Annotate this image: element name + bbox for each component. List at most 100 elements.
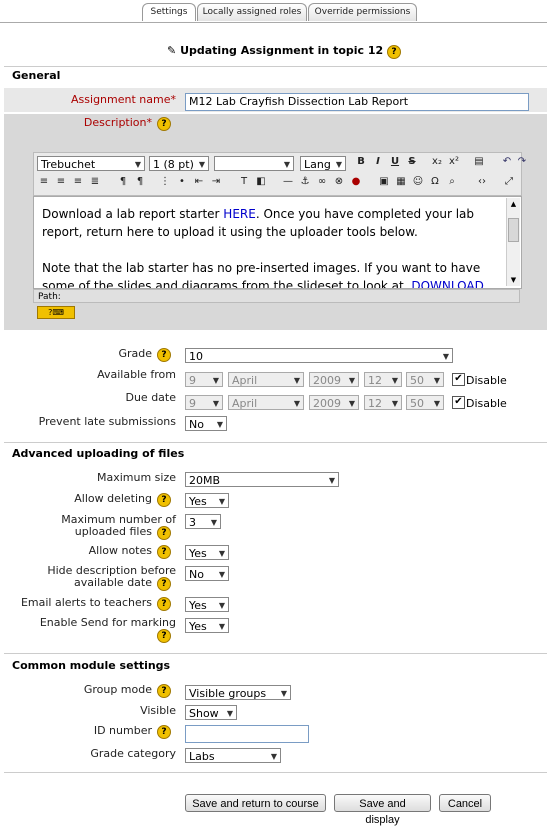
unordered-list-icon[interactable]: • [175, 175, 189, 189]
underline-icon[interactable]: U [388, 155, 402, 169]
scroll-down-icon[interactable]: ▼ [507, 274, 520, 286]
allow-deleting-select[interactable]: Yes ▼ [185, 493, 229, 508]
required-marker: * [146, 116, 153, 129]
enable-send-select[interactable]: Yes ▼ [185, 618, 229, 633]
group-mode-help-icon[interactable]: ? [157, 684, 171, 698]
font-select[interactable]: Trebuchet ▼ [37, 156, 145, 171]
lang-select[interactable]: Lang ▼ [300, 156, 346, 171]
due-minute-select[interactable]: 50 ▼ [406, 395, 444, 410]
grade-label: Grade [118, 347, 152, 360]
grade-category-select[interactable]: Labs ▼ [185, 748, 281, 763]
due-disable-checkbox[interactable]: ✔ [452, 396, 465, 409]
anchor-icon[interactable]: ⚓ [298, 175, 312, 189]
indent-icon[interactable]: ⇥ [209, 175, 223, 189]
max-files-select[interactable]: 3 ▼ [185, 514, 221, 529]
subscript-icon[interactable]: x₂ [430, 155, 444, 169]
ltr-icon[interactable]: ¶ [116, 175, 130, 189]
bold-icon[interactable]: B [354, 155, 368, 169]
available-minute-select[interactable]: 50 ▼ [406, 372, 444, 387]
email-alerts-select[interactable]: Yes ▼ [185, 597, 229, 612]
justify-icon[interactable]: ≣ [88, 175, 102, 189]
text-color-icon[interactable]: T [237, 175, 251, 189]
table-icon[interactable]: ▦ [394, 175, 408, 189]
strikethrough-icon[interactable]: S [405, 155, 419, 169]
align-center-icon[interactable]: ≡ [54, 175, 68, 189]
due-hour-select[interactable]: 12 ▼ [364, 395, 402, 410]
prevent-late-label: Prevent late submissions [38, 415, 176, 428]
max-files-help-icon[interactable]: ? [157, 526, 171, 540]
editor-scrollbar[interactable]: ▲ ▼ [506, 198, 520, 286]
scroll-up-icon[interactable]: ▲ [507, 198, 520, 210]
tab-locally-assigned-roles[interactable]: Locally assigned roles [197, 3, 307, 21]
id-number-input[interactable] [185, 725, 309, 743]
clean-icon[interactable]: ▤ [472, 155, 486, 169]
bg-color-icon[interactable]: ◧ [254, 175, 268, 189]
italic-icon[interactable]: I [371, 155, 385, 169]
save-display-button[interactable]: Save and display [334, 794, 431, 826]
due-day-select[interactable]: 9 ▼ [185, 395, 223, 410]
rtl-icon[interactable]: ¶ [133, 175, 147, 189]
max-size-select[interactable]: 20MB ▼ [185, 472, 339, 487]
smiley-icon[interactable]: ☺ [411, 175, 425, 189]
visible-label: Visible [140, 704, 176, 717]
search-replace-icon[interactable]: ⌕ [445, 175, 459, 189]
superscript-icon[interactable]: x² [447, 155, 461, 169]
grade-help-icon[interactable]: ? [157, 348, 171, 362]
prevent-late-select[interactable]: No ▼ [185, 416, 227, 431]
page-title: ✎ Updating Assignment in topic 12 ? [167, 44, 402, 59]
here-link[interactable]: HERE [223, 207, 256, 221]
format-select[interactable]: ▼ [214, 156, 294, 171]
hide-desc-select[interactable]: No ▼ [185, 566, 229, 581]
grade-select[interactable]: 10 ▼ [185, 348, 453, 363]
tab-settings[interactable]: Settings [142, 3, 196, 21]
redo-icon[interactable]: ↷ [515, 155, 529, 169]
required-marker: * [170, 93, 177, 106]
html-source-icon[interactable]: ‹› [475, 175, 489, 189]
id-number-help-icon[interactable]: ? [157, 725, 171, 739]
allow-deleting-help-icon[interactable]: ? [157, 493, 171, 507]
link-icon[interactable]: ∞ [315, 175, 329, 189]
due-year-select[interactable]: 2009 ▼ [309, 395, 359, 410]
hide-desc-help-icon[interactable]: ? [157, 577, 171, 591]
available-day-select[interactable]: 9 ▼ [185, 372, 223, 387]
special-char-icon[interactable]: Ω [428, 175, 442, 189]
available-hour-select[interactable]: 12 ▼ [364, 372, 402, 387]
email-alerts-help-icon[interactable]: ? [157, 597, 171, 611]
available-from-label: Available from [97, 368, 176, 381]
available-year-select[interactable]: 2009 ▼ [309, 372, 359, 387]
description-help-icon[interactable]: ? [157, 117, 171, 131]
editor-help-icon[interactable]: ?⌨ [37, 306, 75, 319]
description-editor[interactable]: Download a lab report starter HERE. Once… [33, 196, 522, 289]
image-icon[interactable]: ▣ [377, 175, 391, 189]
assignment-name-input[interactable]: M12 Lab Crayfish Dissection Lab Report [185, 93, 529, 111]
allow-notes-select[interactable]: Yes ▼ [185, 545, 229, 560]
ordered-list-icon[interactable]: ⋮ [158, 175, 172, 189]
available-month-select[interactable]: April ▼ [228, 372, 304, 387]
section-title-common: Common module settings [12, 659, 171, 672]
allow-notes-help-icon[interactable]: ? [157, 545, 171, 559]
align-right-icon[interactable]: ≡ [71, 175, 85, 189]
group-mode-select[interactable]: Visible groups ▼ [185, 685, 291, 700]
unlink-icon[interactable]: ⊗ [332, 175, 346, 189]
save-return-button[interactable]: Save and return to course [185, 794, 326, 812]
max-size-label: Maximum size [96, 471, 176, 484]
outdent-icon[interactable]: ⇤ [192, 175, 206, 189]
due-month-select[interactable]: April ▼ [228, 395, 304, 410]
horizontal-rule-icon[interactable]: — [281, 175, 295, 189]
available-disable-checkbox[interactable]: ✔ [452, 373, 465, 386]
email-alerts-label: Email alerts to teachers [20, 596, 152, 609]
tab-override-permissions[interactable]: Override permissions [308, 3, 417, 21]
scroll-thumb[interactable] [508, 218, 519, 242]
assignment-name-label: Assignment name* [71, 93, 177, 106]
size-select[interactable]: 1 (8 pt) ▼ [149, 156, 209, 171]
fullscreen-icon[interactable]: ⤢ [502, 175, 516, 189]
enable-send-help-icon[interactable]: ? [157, 629, 171, 643]
align-left-icon[interactable]: ≡ [37, 175, 51, 189]
cancel-button[interactable]: Cancel [439, 794, 491, 812]
help-icon[interactable]: ? [387, 45, 402, 59]
visible-select[interactable]: Show ▼ [185, 705, 237, 720]
undo-icon[interactable]: ↶ [500, 155, 514, 169]
due-disable-label: Disable [466, 397, 507, 410]
nolink-icon[interactable]: ● [349, 175, 363, 189]
download-link[interactable]: DOWNLOAD [411, 279, 483, 288]
